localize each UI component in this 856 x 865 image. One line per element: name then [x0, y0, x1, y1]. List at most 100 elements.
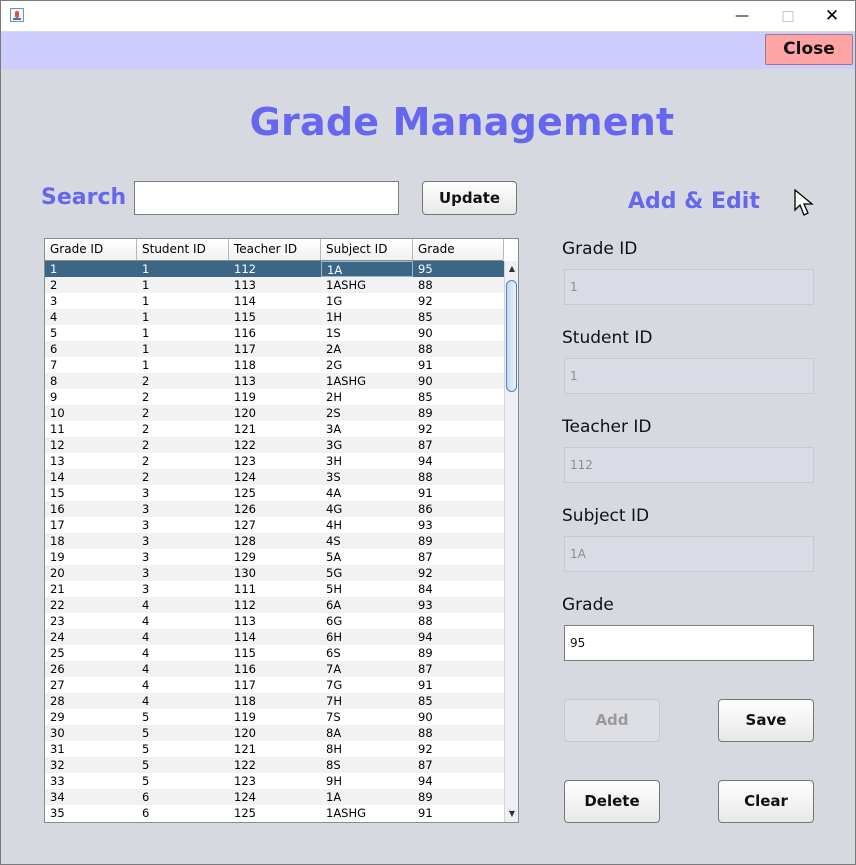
- cell-subject-id: 4G: [326, 502, 343, 516]
- minimize-icon[interactable]: —: [719, 1, 765, 31]
- cell-teacher-id: 126: [234, 502, 256, 516]
- table-row[interactable]: 11 2 121 3A 92: [45, 421, 504, 437]
- cell-student-id: 4: [142, 614, 150, 628]
- table-row[interactable]: 17 3 127 4H 93: [45, 517, 504, 533]
- teacher-id-field[interactable]: 112: [564, 447, 814, 483]
- table-row[interactable]: 9 2 119 2H 85: [45, 389, 504, 405]
- scroll-down-icon[interactable]: ▼: [507, 809, 517, 819]
- cell-student-id: 4: [142, 678, 150, 692]
- application-window: — □ ✕ Close Grade Management Search Upda…: [0, 0, 856, 865]
- cell-grade-id: 13: [50, 454, 65, 468]
- table-row[interactable]: 10 2 120 2S 89: [45, 405, 504, 421]
- table-row[interactable]: 16 3 126 4G 86: [45, 501, 504, 517]
- save-button[interactable]: Save: [718, 699, 814, 742]
- cell-student-id: 5: [142, 726, 150, 740]
- table-row[interactable]: 7 1 118 2G 91: [45, 357, 504, 373]
- table-header: Grade ID Student ID Teacher ID Subject ID Gr…: [45, 239, 504, 261]
- student-id-field[interactable]: 1: [564, 358, 814, 394]
- table-row[interactable]: 35 6 125 1ASHG 91: [45, 805, 504, 821]
- column-header-grade-id[interactable]: Grade ID: [45, 239, 137, 260]
- cell-grade: 92: [418, 422, 433, 436]
- cell-student-id: 3: [142, 518, 150, 532]
- search-input[interactable]: [134, 181, 399, 215]
- title-bar: — □ ✕: [1, 1, 855, 31]
- cell-grade-id: 15: [50, 486, 65, 500]
- grades-table[interactable]: Grade ID Student ID Teacher ID Subject ID Gr…: [44, 238, 519, 823]
- cell-subject-id: 1S: [326, 326, 341, 340]
- cell-grade-id: 14: [50, 470, 65, 484]
- column-header-teacher-id[interactable]: Teacher ID: [229, 239, 321, 260]
- table-row[interactable]: 24 4 114 6H 94: [45, 629, 504, 645]
- add-button[interactable]: Add: [564, 699, 660, 742]
- cell-subject-id: 7G: [326, 678, 343, 692]
- table-row[interactable]: 30 5 120 8A 88: [45, 725, 504, 741]
- scroll-up-icon[interactable]: ▲: [507, 264, 517, 274]
- table-row[interactable]: 5 1 116 1S 90: [45, 325, 504, 341]
- table-row[interactable]: 14 2 124 3S 88: [45, 469, 504, 485]
- table-row[interactable]: 4 1 115 1H 85: [45, 309, 504, 325]
- update-button[interactable]: Update: [422, 181, 517, 215]
- cell-student-id: 1: [142, 262, 150, 276]
- table-row[interactable]: 33 5 123 9H 94: [45, 773, 504, 789]
- table-row[interactable]: 18 3 128 4S 89: [45, 533, 504, 549]
- clear-button[interactable]: Clear: [718, 780, 814, 823]
- table-row[interactable]: 15 3 125 4A 91: [45, 485, 504, 501]
- cell-teacher-id: 125: [234, 806, 256, 820]
- table-row[interactable]: 20 3 130 5G 92: [45, 565, 504, 581]
- grade-id-field[interactable]: 1: [564, 269, 814, 305]
- cell-grade: 89: [418, 790, 433, 804]
- cell-teacher-id: 127: [234, 518, 256, 532]
- table-body[interactable]: 1 1 112 1A 95 2 1 113 1ASHG 88 3 1 114 1G 92 4 1 115 1H 85 5…: [45, 261, 504, 822]
- cell-grade-id: 22: [50, 598, 65, 612]
- table-row[interactable]: 25 4 115 6S 89: [45, 645, 504, 661]
- cell-subject-id: 7A: [326, 662, 342, 676]
- cell-subject-id: 1G: [326, 294, 343, 308]
- table-row[interactable]: 2 1 113 1ASHG 88: [45, 277, 504, 293]
- column-header-grade[interactable]: Grade: [413, 239, 504, 260]
- subject-id-field[interactable]: 1A: [564, 536, 814, 572]
- cell-student-id: 4: [142, 630, 150, 644]
- cell-grade: 91: [418, 678, 433, 692]
- cell-student-id: 3: [142, 534, 150, 548]
- java-app-icon: [10, 8, 24, 22]
- table-row[interactable]: 1 1 112 1A 95: [45, 261, 504, 277]
- table-row[interactable]: 6 1 117 2A 88: [45, 341, 504, 357]
- window-close-icon[interactable]: ✕: [809, 1, 855, 31]
- grade-field[interactable]: 95: [564, 625, 814, 661]
- table-row[interactable]: 3 1 114 1G 92: [45, 293, 504, 309]
- table-row[interactable]: 27 4 117 7G 91: [45, 677, 504, 693]
- table-row[interactable]: 32 5 122 8S 87: [45, 757, 504, 773]
- scroll-thumb[interactable]: [506, 280, 517, 392]
- table-row[interactable]: 26 4 116 7A 87: [45, 661, 504, 677]
- cell-grade-id: 25: [50, 646, 65, 660]
- cell-student-id: 5: [142, 758, 150, 772]
- table-row[interactable]: 28 4 118 7H 85: [45, 693, 504, 709]
- cell-student-id: 4: [142, 646, 150, 660]
- maximize-icon[interactable]: □: [765, 1, 811, 31]
- close-button[interactable]: Close: [765, 34, 853, 65]
- cell-teacher-id: 128: [234, 534, 256, 548]
- table-row[interactable]: 22 4 112 6A 93: [45, 597, 504, 613]
- table-row[interactable]: 13 2 123 3H 94: [45, 453, 504, 469]
- table-row[interactable]: 31 5 121 8H 92: [45, 741, 504, 757]
- cell-teacher-id: 112: [234, 262, 256, 276]
- cell-subject-id: 1A: [321, 261, 413, 277]
- table-row[interactable]: 12 2 122 3G 87: [45, 437, 504, 453]
- table-row[interactable]: 8 2 113 1ASHG 90: [45, 373, 504, 389]
- cell-subject-id: 3A: [326, 422, 342, 436]
- table-row[interactable]: 19 3 129 5A 87: [45, 549, 504, 565]
- delete-button[interactable]: Delete: [564, 780, 660, 823]
- column-header-student-id[interactable]: Student ID: [137, 239, 229, 260]
- cell-teacher-id: 120: [234, 406, 256, 420]
- table-scrollbar[interactable]: ▲ ▼: [504, 261, 518, 822]
- table-row[interactable]: 34 6 124 1A 89: [45, 789, 504, 805]
- table-row[interactable]: 29 5 119 7S 90: [45, 709, 504, 725]
- cell-grade: 91: [418, 806, 433, 820]
- table-row[interactable]: 21 3 111 5H 84: [45, 581, 504, 597]
- cell-grade-id: 35: [50, 806, 65, 820]
- column-header-subject-id[interactable]: Subject ID: [321, 239, 413, 260]
- cell-grade: 90: [418, 374, 433, 388]
- cell-grade: 89: [418, 534, 433, 548]
- table-row[interactable]: 23 4 113 6G 88: [45, 613, 504, 629]
- cell-subject-id: 4A: [326, 486, 342, 500]
